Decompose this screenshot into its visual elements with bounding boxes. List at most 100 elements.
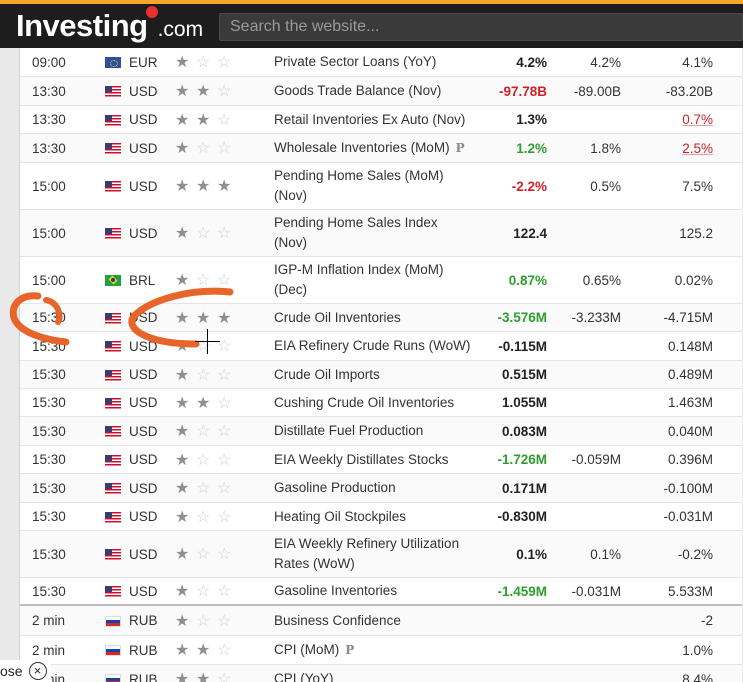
- table-row[interactable]: 15:30 USD ★ ☆ ☆ EIA Weekly Refinery Utilizati…: [20, 531, 742, 578]
- previous-value-text: 0.040M: [667, 423, 713, 439]
- event-time: 15:30: [32, 452, 66, 467]
- investing-logo[interactable]: Investing .com: [16, 6, 203, 46]
- table-row[interactable]: 15:30 USD ★ ★ ★ Crude Oil Inventories -3.576M -…: [20, 304, 742, 332]
- currency-code: EUR: [129, 54, 158, 70]
- logo-main-text: Investing: [16, 8, 148, 43]
- event-name-link[interactable]: CPI (MoM) P: [274, 636, 474, 664]
- previous-value-text: 1.463M: [667, 395, 713, 410]
- search-input[interactable]: [219, 13, 743, 41]
- table-row[interactable]: 15:30 USD ★ ☆ ☆ Distillate Fuel Production 0.0…: [20, 417, 742, 446]
- previous-value-text: 0.489M: [667, 367, 713, 382]
- event-name-link[interactable]: EIA Refinery Crude Runs (WoW): [274, 332, 474, 360]
- previous-value-text: 5.533M: [667, 583, 713, 599]
- event-name-link[interactable]: Heating Oil Stockpiles: [274, 503, 474, 530]
- event-time: 15:30: [32, 546, 66, 562]
- previous-value: 7.5%: [682, 163, 713, 209]
- event-name-link[interactable]: Pending Home Sales Index (Nov): [274, 210, 474, 256]
- event-name-link[interactable]: EIA Weekly Distillates Stocks: [274, 446, 474, 473]
- actual-value: 122.4: [513, 225, 547, 241]
- event-name-link[interactable]: Retail Inventories Ex Auto (Nov): [274, 106, 474, 133]
- table-row[interactable]: 09:00 EUR ★ ☆ ☆ Private Sector Loans (YoY) 4.2…: [20, 48, 742, 77]
- star-empty-icon: ☆: [217, 583, 237, 600]
- table-row[interactable]: 2 min RUB ★ ☆ ☆ Business Confidence -2: [20, 606, 742, 636]
- event-name-line: Pending Home Sales (MoM): [274, 168, 444, 183]
- event-time: 15:00: [32, 225, 66, 241]
- table-row[interactable]: 15:30 USD ★ ★ ☆ Cushing Crude Oil Inventories…: [20, 389, 742, 417]
- star-empty-icon: ☆: [217, 546, 237, 563]
- star-filled-icon: ★: [175, 178, 195, 195]
- country-flag-icon: [105, 57, 121, 68]
- previous-value-text: 1.0%: [682, 642, 713, 658]
- currency-code: USD: [129, 509, 158, 524]
- top-navigation-bar: Investing .com: [0, 0, 743, 48]
- event-name-link[interactable]: Crude Oil Imports: [274, 361, 474, 388]
- event-name-line: EIA Weekly Distillates Stocks: [274, 451, 449, 467]
- event-name-link[interactable]: Distillate Fuel Production: [274, 417, 474, 445]
- star-empty-icon: ☆: [217, 366, 237, 384]
- star-empty-icon: ☆: [196, 612, 216, 630]
- previous-value-text: -0.100M: [663, 480, 713, 496]
- table-row[interactable]: 15:30 USD ★ ☆ ☆ EIA Refinery Crude Runs (WoW)…: [20, 332, 742, 361]
- previous-value: 0.148M: [668, 332, 713, 360]
- event-name-link[interactable]: Private Sector Loans (YoY): [274, 48, 474, 76]
- event-name-link[interactable]: CPI (YoY): [274, 665, 474, 682]
- importance-rating: ★ ★ ☆: [175, 389, 238, 416]
- table-row[interactable]: 15:30 USD ★ ☆ ☆ Crude Oil Imports 0.515M 0.489M: [20, 361, 742, 389]
- table-row[interactable]: 2 minRUB★★☆CPI (YoY)8.4%: [20, 665, 742, 682]
- star-filled-icon: ★: [175, 583, 195, 600]
- previous-value-text: 4.1%: [682, 54, 713, 70]
- event-name-link[interactable]: Wholesale Inventories (MoM) P: [274, 134, 474, 162]
- table-row[interactable]: 15:30 USD ★ ☆ ☆ Gasoline Inventories -1.459M -0…: [20, 578, 742, 606]
- previous-value: 1.463M: [668, 389, 713, 416]
- table-row[interactable]: 13:30 USD ★ ☆ ☆ Wholesale Inventories (MoM) P 1…: [20, 134, 742, 163]
- previous-value: 5.533M: [668, 578, 713, 604]
- importance-rating: ★ ☆ ☆: [175, 531, 238, 577]
- star-empty-icon: ☆: [217, 111, 237, 129]
- table-row[interactable]: 13:30 USD ★ ★ ☆ Goods Trade Balance (Nov) -97.…: [20, 77, 742, 106]
- close-button[interactable]: ose ×: [0, 660, 51, 682]
- event-name-link[interactable]: Gasoline Inventories: [274, 578, 474, 604]
- table-row[interactable]: 15:00 USD ★ ☆ ☆ Pending Home Sales Index (Nov)…: [20, 210, 742, 257]
- event-name-link[interactable]: IGP-M Inflation Index (MoM) (Dec): [274, 257, 474, 303]
- previous-value: 0.396M: [668, 446, 713, 473]
- currency-code: USD: [129, 452, 158, 467]
- previous-value: 0.7%: [682, 106, 713, 133]
- event-name-link[interactable]: Cushing Crude Oil Inventories: [274, 389, 474, 416]
- star-empty-icon: ☆: [217, 394, 237, 412]
- table-row[interactable]: 15:30 USD ★ ☆ ☆ Heating Oil Stockpiles -0.830M…: [20, 503, 742, 531]
- event-name-link[interactable]: Goods Trade Balance (Nov): [274, 77, 474, 105]
- event-name-link[interactable]: Business Confidence: [274, 606, 474, 635]
- actual-value: -3.576M: [497, 310, 547, 325]
- previous-value-text: -83.20B: [665, 83, 713, 99]
- event-name-link[interactable]: Pending Home Sales (MoM) (Nov): [274, 163, 474, 209]
- event-name-link[interactable]: Gasoline Production: [274, 474, 474, 502]
- country-flag-icon: [105, 143, 121, 154]
- forecast-value: -0.031M: [571, 583, 621, 599]
- table-row[interactable]: 15:30 USD ★ ☆ ☆ EIA Weekly Distillates Stocks…: [20, 446, 742, 474]
- table-row[interactable]: 2 min RUB ★ ★ ☆ CPI (MoM) P 1.0%: [20, 636, 742, 665]
- star-empty-icon: ☆: [196, 338, 216, 355]
- table-row[interactable]: 15:30 USD ★ ☆ ☆ Gasoline Production 0.171M -0.1…: [20, 474, 742, 503]
- importance-rating: ★ ★ ★: [175, 304, 238, 331]
- currency-code: RUB: [129, 671, 158, 682]
- star-filled-icon: ★: [175, 642, 195, 659]
- actual-value: 1.055M: [501, 395, 547, 410]
- importance-rating: ★ ☆ ☆: [175, 606, 238, 635]
- star-empty-icon: ☆: [217, 272, 237, 289]
- previous-value-text: -0.031M: [663, 509, 713, 524]
- close-icon: ×: [28, 662, 47, 680]
- table-row[interactable]: 15:00 BRL ★ ☆ ☆ IGP-M Inflation Index (MoM) (D…: [20, 257, 742, 304]
- table-row[interactable]: 15:00 USD ★ ★ ★ Pending Home Sales (MoM) (Nov)…: [20, 163, 742, 210]
- star-empty-icon: ☆: [217, 83, 237, 100]
- event-name-link[interactable]: Crude Oil Inventories: [274, 304, 474, 331]
- country-flag-icon: [105, 275, 121, 286]
- star-empty-icon: ☆: [196, 272, 216, 289]
- importance-rating: ★ ☆ ☆: [175, 48, 238, 76]
- previous-value: 4.1%: [682, 48, 713, 76]
- table-row[interactable]: 13:30 USD ★ ★ ☆ Retail Inventories Ex Auto (N…: [20, 106, 742, 134]
- star-filled-icon: ★: [217, 309, 237, 327]
- event-name-link[interactable]: EIA Weekly Refinery Utilization Rates (Wo…: [274, 531, 474, 577]
- previous-value: 125.2: [679, 210, 713, 256]
- importance-rating: ★ ☆ ☆: [175, 578, 238, 604]
- previous-value-text: -4.715M: [663, 310, 713, 325]
